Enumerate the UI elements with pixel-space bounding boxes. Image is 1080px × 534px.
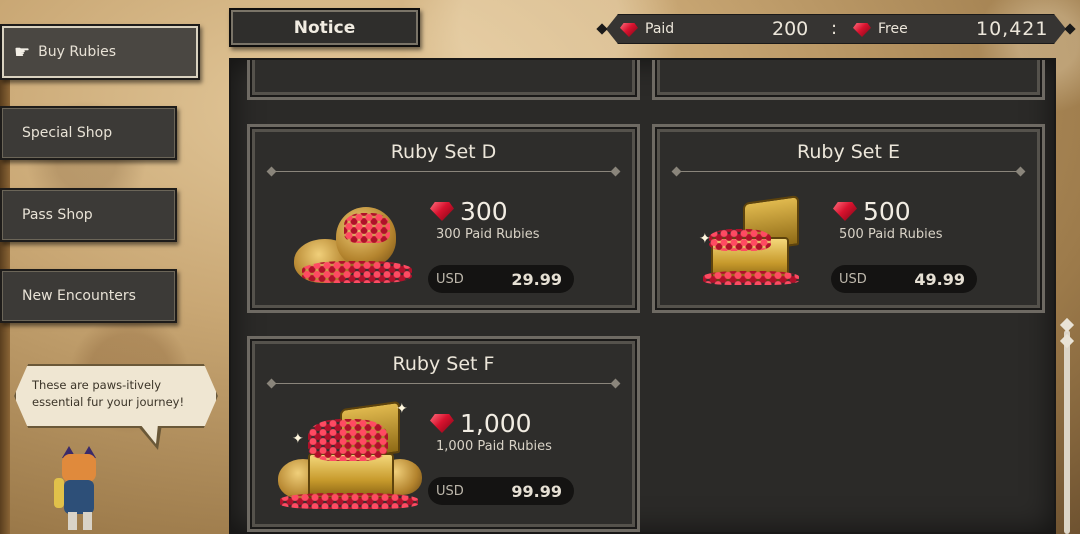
ruby-amount: 1,000: [430, 409, 532, 438]
card-divider: [272, 383, 615, 384]
ruby-amount-subtitle: 500 Paid Rubies: [839, 227, 943, 242]
card-title: Ruby Set D: [390, 141, 497, 163]
scrollbar-track[interactable]: [1064, 330, 1070, 534]
sidebar-item-label: Pass Shop: [22, 207, 93, 223]
notice-label: Notice: [293, 17, 356, 38]
sidebar-item-buy-rubies[interactable]: ☛ Buy Rubies: [0, 24, 200, 80]
price-currency: USD: [436, 272, 464, 287]
price-currency: USD: [839, 272, 867, 287]
ruby-amount-subtitle: 1,000 Paid Rubies: [436, 439, 552, 454]
price-currency: USD: [436, 484, 464, 499]
ruby-sack-icon: [294, 197, 414, 287]
buy-price-button[interactable]: USD 99.99: [428, 477, 574, 505]
notice-button[interactable]: Notice: [229, 8, 420, 47]
ruby-chest-icon: ✦: [699, 191, 809, 291]
currency-bar-left-cap: [596, 23, 608, 35]
pointing-hand-icon: ☛: [14, 41, 31, 63]
shop-card-partial[interactable]: [247, 60, 640, 100]
paid-value: 200: [772, 18, 809, 40]
currency-separator: :: [831, 18, 838, 39]
free-value: 10,421: [976, 18, 1049, 40]
ruby-amount-subtitle: 300 Paid Rubies: [436, 227, 540, 242]
sidebar-item-label: Buy Rubies: [38, 44, 117, 60]
price-value: 29.99: [511, 270, 562, 289]
sidebar-item-pass-shop[interactable]: Pass Shop: [0, 188, 177, 242]
ruby-icon: [430, 202, 454, 221]
sidebar-item-label: Special Shop: [22, 125, 113, 141]
shop-card-partial[interactable]: [652, 60, 1045, 100]
ruby-icon: [853, 23, 871, 37]
currency-bar-right-cap: [1064, 23, 1076, 35]
scrollbar-thumb-top[interactable]: [1059, 317, 1075, 333]
sidebar-item-new-encounters[interactable]: New Encounters: [0, 269, 177, 323]
buy-price-button[interactable]: USD 29.99: [428, 265, 574, 293]
free-label: Free: [878, 21, 908, 37]
sidebar-item-special-shop[interactable]: Special Shop: [0, 106, 177, 160]
sidebar-item-label: New Encounters: [22, 288, 136, 304]
scrollbar-thumb-bottom[interactable]: [1059, 333, 1075, 349]
card-divider: [272, 171, 615, 172]
card-title: Ruby Set E: [797, 141, 900, 163]
speech-bubble-tail-inner: [140, 424, 158, 444]
buy-price-button[interactable]: USD 49.99: [831, 265, 977, 293]
currency-bar: Paid 200 : Free 10,421: [606, 14, 1066, 44]
ruby-treasure-pile-icon: ✦ ✦: [278, 400, 422, 511]
ruby-amount-value: 300: [460, 197, 508, 226]
shop-panel[interactable]: Ruby Set D 300 300 Paid Rubies USD 29.99…: [229, 58, 1056, 534]
price-value: 99.99: [511, 482, 562, 501]
ruby-icon: [430, 414, 454, 433]
cat-guide-character: [50, 444, 110, 532]
card-divider: [677, 171, 1020, 172]
ruby-amount-value: 500: [863, 197, 911, 226]
card-title: Ruby Set F: [392, 353, 495, 375]
paid-label: Paid: [645, 21, 675, 37]
shop-card-ruby-set-e[interactable]: Ruby Set E ✦ 500 500 Paid Rubies USD 49.…: [652, 124, 1045, 313]
ruby-icon: [833, 202, 857, 221]
shop-card-ruby-set-d[interactable]: Ruby Set D 300 300 Paid Rubies USD 29.99: [247, 124, 640, 313]
guide-speech-bubble: These are paws-itively essential fur you…: [14, 364, 218, 428]
shop-card-ruby-set-f[interactable]: Ruby Set F ✦ ✦ 1,000 1,000 Paid Rubies U…: [247, 336, 640, 532]
price-value: 49.99: [914, 270, 965, 289]
ruby-icon: [620, 23, 638, 37]
guide-speech-text: These are paws-itively essential fur you…: [32, 378, 185, 409]
ruby-amount: 500: [833, 197, 911, 226]
ruby-amount-value: 1,000: [460, 409, 532, 438]
ruby-amount: 300: [430, 197, 508, 226]
